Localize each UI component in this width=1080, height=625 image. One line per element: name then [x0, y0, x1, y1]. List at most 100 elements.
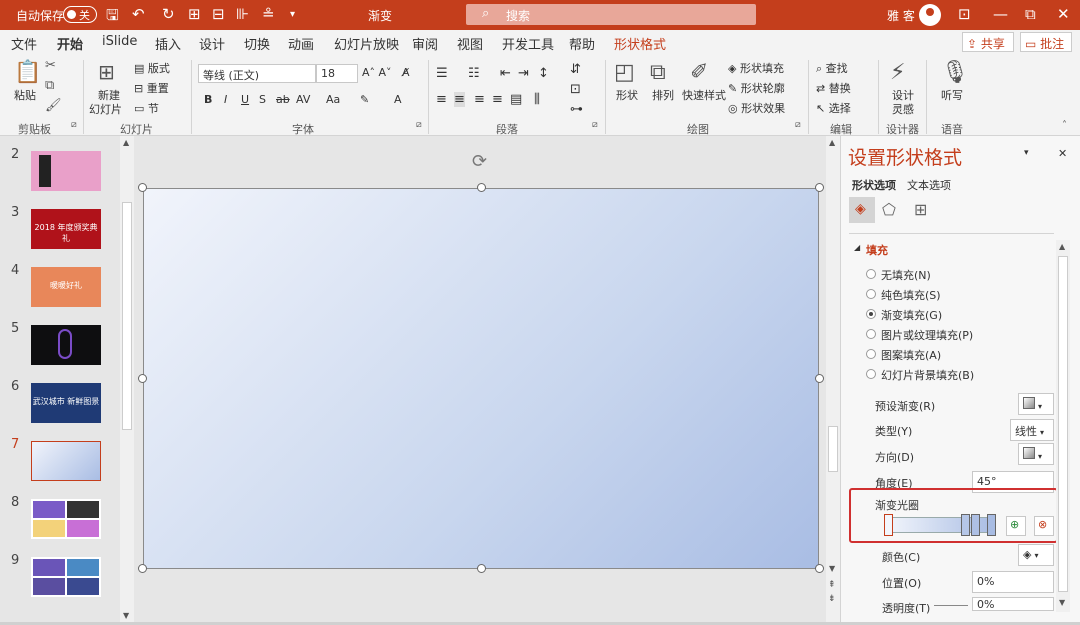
slide-thumbnail-2[interactable] — [31, 151, 101, 191]
paste-icon[interactable]: 📋 — [14, 60, 41, 85]
font-launcher-icon[interactable]: ⧄ — [416, 120, 422, 130]
underline-icon[interactable]: U — [241, 93, 249, 106]
distribute-icon[interactable]: ▤ — [510, 92, 522, 107]
tab-file[interactable]: 文件 — [11, 34, 37, 53]
pentagon-effects-icon[interactable]: ⬠ — [882, 200, 896, 219]
text-direction-icon[interactable]: ⇵ — [570, 62, 581, 77]
no-fill-radio[interactable] — [866, 269, 876, 279]
paragraph-launcher-icon[interactable]: ⧄ — [592, 120, 598, 130]
bold-icon[interactable]: B — [204, 93, 212, 106]
search-box[interactable]: ⌕ 搜索 — [466, 4, 756, 25]
previous-slide-icon[interactable]: ⇞ — [828, 580, 836, 590]
scroll-up-icon[interactable]: ▲ — [1059, 242, 1065, 251]
slide-thumbnail-8[interactable] — [31, 499, 101, 539]
arrange-label[interactable]: 排列 — [652, 87, 674, 103]
preset-gradient-dropdown[interactable]: ▾ — [1018, 393, 1054, 415]
smartart-icon[interactable]: ⊶ — [570, 102, 583, 117]
tab-view[interactable]: 视图 — [457, 34, 483, 53]
replace-button[interactable]: ⇄ 替换 — [816, 80, 851, 96]
copy-icon[interactable]: ⧉ — [45, 78, 54, 93]
numbering-icon[interactable]: ☷ — [468, 66, 480, 81]
resize-handle[interactable] — [477, 183, 486, 192]
columns-icon[interactable]: ⫼ — [534, 92, 540, 107]
collapse-fill-icon[interactable]: ◢ — [854, 243, 860, 252]
select-button[interactable]: ↖ 选择 — [816, 100, 851, 116]
format-painter-icon[interactable]: 🖌 — [45, 98, 62, 113]
justify-icon[interactable]: ≡ — [492, 92, 503, 107]
shadow-icon[interactable]: S — [259, 93, 266, 106]
rotate-handle-icon[interactable]: ⟳ — [472, 151, 487, 172]
picture-fill-label[interactable]: 图片或纹理填充(P) — [881, 327, 973, 343]
pattern-fill-label[interactable]: 图案填充(A) — [881, 347, 941, 363]
tab-review[interactable]: 审阅 — [412, 34, 438, 53]
picture-fill-radio[interactable] — [866, 329, 876, 339]
tab-animations[interactable]: 动画 — [288, 34, 314, 53]
italic-icon[interactable]: I — [224, 93, 227, 106]
editor-scrollbar[interactable]: ▲ ▼ ⇞ ⇟ — [826, 136, 840, 625]
solid-fill-label[interactable]: 纯色填充(S) — [881, 287, 941, 303]
save-icon[interactable]: 🖫 — [106, 5, 119, 30]
design-ideas-icon[interactable]: ⚡ — [890, 60, 905, 85]
scroll-thumb[interactable] — [122, 202, 132, 430]
thumbnail-scrollbar[interactable]: ▲ ▼ — [120, 136, 134, 625]
solid-fill-radio[interactable] — [866, 289, 876, 299]
qat-tool-1-icon[interactable]: ⊞ — [188, 5, 201, 23]
slide-background-fill-label[interactable]: 幻灯片背景填充(B) — [881, 367, 974, 383]
quick-styles-icon[interactable]: ✐ — [690, 60, 708, 85]
qat-tool-2-icon[interactable]: ⊟ — [212, 5, 225, 23]
scroll-down-icon[interactable]: ▼ — [829, 564, 835, 573]
font-size-buttons-icon[interactable]: A˄ A˅ — [362, 66, 392, 79]
slide-background-fill-radio[interactable] — [866, 369, 876, 379]
pane-options-icon[interactable]: ▾ — [1024, 148, 1029, 158]
strikethrough-icon[interactable]: ab — [276, 93, 290, 106]
tab-help[interactable]: 帮助 — [569, 34, 595, 53]
slide-thumbnail-7[interactable] — [31, 441, 101, 481]
bullets-icon[interactable]: ☰ — [436, 66, 448, 81]
highlight-icon[interactable]: ✎ — [360, 93, 369, 106]
resize-handle[interactable] — [815, 564, 824, 573]
clear-format-icon[interactable]: A̸ — [402, 66, 410, 79]
avatar[interactable] — [919, 4, 941, 26]
tab-islide[interactable]: iSlide — [102, 34, 137, 49]
position-input[interactable]: 0% — [972, 571, 1054, 593]
redo-icon[interactable]: ↻ — [162, 5, 175, 23]
paste-label[interactable]: 粘贴 — [14, 87, 36, 103]
color-dropdown[interactable]: ◈ ▾ — [1018, 544, 1054, 566]
align-left-icon[interactable]: ≡ — [436, 92, 447, 107]
size-properties-icon[interactable]: ⊞ — [914, 200, 927, 219]
drawing-launcher-icon[interactable]: ⧄ — [795, 120, 801, 130]
next-slide-icon[interactable]: ⇟ — [828, 594, 836, 604]
tab-design[interactable]: 设计 — [199, 34, 225, 53]
dictate-label[interactable]: 听写 — [941, 87, 963, 103]
increase-indent-icon[interactable]: ⇥ — [518, 66, 529, 81]
collapse-ribbon-icon[interactable]: ˄ — [1062, 120, 1067, 131]
resize-handle[interactable] — [815, 374, 824, 383]
font-size-select[interactable]: 18 — [316, 64, 358, 83]
new-slide-label-2[interactable]: 幻灯片 — [89, 101, 122, 117]
minimize-icon[interactable]: — — [993, 5, 1008, 23]
direction-dropdown[interactable]: ▾ — [1018, 443, 1054, 465]
tab-slideshow[interactable]: 幻灯片放映 — [334, 34, 399, 53]
gradient-rectangle-shape[interactable] — [143, 188, 819, 569]
resize-handle[interactable] — [138, 374, 147, 383]
tab-transitions[interactable]: 切换 — [244, 34, 270, 53]
tab-developer[interactable]: 开发工具 — [502, 34, 554, 53]
font-color-icon[interactable]: A — [394, 93, 402, 106]
tab-shape-format[interactable]: 形状格式 — [614, 34, 666, 53]
section-button[interactable]: ▭ 节 — [134, 100, 159, 116]
new-slide-icon[interactable]: ⊞ — [98, 60, 115, 84]
restore-icon[interactable]: ⧉ — [1025, 5, 1036, 23]
pattern-fill-radio[interactable] — [866, 349, 876, 359]
align-right-icon[interactable]: ≡ — [474, 92, 485, 107]
slide-thumbnail-4[interactable]: 暖暖好礼 — [31, 267, 101, 307]
shapes-icon[interactable]: ◰ — [614, 60, 635, 85]
fill-section-header[interactable]: 填充 — [866, 242, 888, 258]
gradient-fill-radio[interactable] — [866, 309, 876, 319]
pane-scrollbar[interactable]: ▲ ▼ — [1056, 240, 1070, 612]
transparency-input[interactable]: 0% — [972, 597, 1054, 611]
decrease-indent-icon[interactable]: ⇤ — [500, 66, 511, 81]
user-name[interactable]: 雅 客 — [887, 7, 915, 24]
align-text-icon[interactable]: ⊡ — [570, 82, 581, 97]
change-case-icon[interactable]: Aa — [326, 93, 340, 106]
font-name-select[interactable]: 等线 (正文) — [198, 64, 316, 83]
